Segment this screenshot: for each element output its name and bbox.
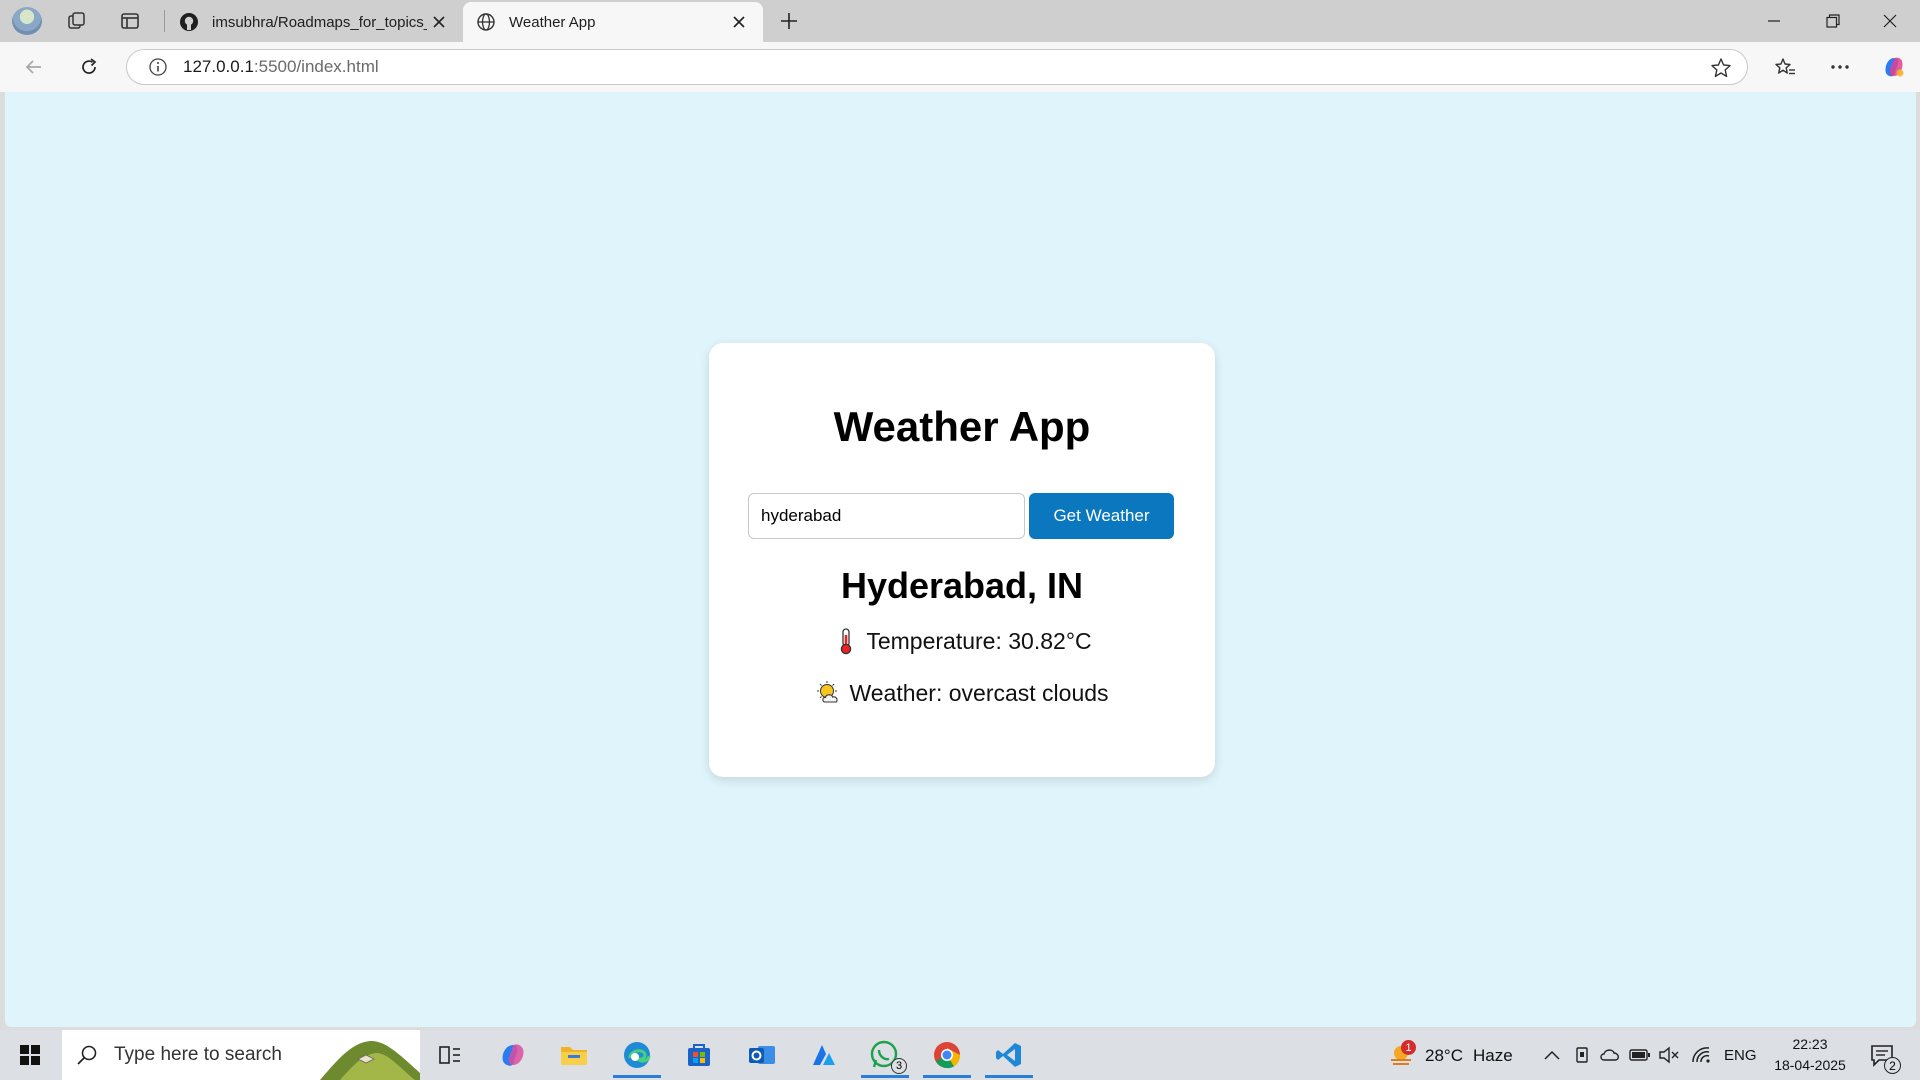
start-windows-icon[interactable] [2,1032,58,1078]
refresh-icon[interactable] [71,50,107,84]
weather-temp[interactable]: 28°C [1425,1046,1463,1066]
city-name: Hyderabad, IN [840,565,1084,606]
clock-time: 22:23 [1792,1036,1828,1052]
chrome-icon[interactable] [919,1032,975,1078]
whatsapp-icon[interactable]: 3 [857,1032,913,1078]
device-icon[interactable] [1570,1044,1594,1066]
thermometer-icon [832,627,860,655]
vscode-icon[interactable] [981,1032,1037,1078]
close-tab-icon[interactable] [727,10,751,34]
task-view-icon[interactable] [422,1032,478,1078]
restore-button[interactable] [1805,0,1861,42]
weather-line: Weather: overcast clouds [709,679,1215,707]
edge-browser-icon[interactable] [609,1032,665,1078]
page-viewport: Weather App Get Weather Hyderabad, IN Te… [5,92,1916,1027]
url-text: 127.0.0.1:5500/index.html [183,57,379,77]
clock-date: 18-04-2025 [1774,1057,1846,1073]
tab-weather-app[interactable]: Weather App [463,2,763,42]
battery-icon[interactable] [1628,1044,1652,1066]
search-icon [74,1042,100,1068]
globe-icon [475,11,497,33]
weather-card: Weather App Get Weather Hyderabad, IN Te… [709,343,1215,777]
tab-separator [164,10,165,32]
whatsapp-unread-badge: 3 [891,1058,907,1074]
tab-title: Weather App [509,13,596,31]
taskbar-search-box[interactable]: Type here to search [62,1030,420,1080]
clock[interactable]: 22:23 18-04-2025 [1770,1034,1850,1076]
favorites-icon[interactable] [1767,50,1803,84]
browser-tab-strip: imsubhra/Roadmaps_for_topics_c Weather A… [0,0,1920,42]
azure-data-studio-icon[interactable] [795,1032,851,1078]
weather-condition[interactable]: Haze [1473,1046,1513,1066]
favorite-star-icon[interactable] [1709,56,1733,80]
url-path: :5500/index.html [253,57,379,76]
cloud-sync-icon[interactable] [1598,1044,1622,1066]
minimize-button[interactable] [1746,0,1802,42]
language-indicator[interactable]: ENG [1724,1047,1757,1064]
chevron-up-icon[interactable] [1540,1044,1564,1066]
notification-count-badge: 2 [1884,1057,1901,1074]
site-info-icon[interactable] [147,56,169,78]
search-row: Get Weather [748,493,1176,539]
url-host: 127.0.0.1 [183,57,254,76]
tab-github[interactable]: imsubhra/Roadmaps_for_topics_c [166,2,463,42]
copilot-icon[interactable] [1876,50,1912,84]
weather-text: Weather: overcast clouds [849,679,1109,706]
address-bar[interactable]: 127.0.0.1:5500/index.html [126,49,1748,85]
sun-behind-cloud-icon [815,679,843,707]
temperature-text: Temperature: 30.82°C [866,627,1092,654]
windows-taskbar: Type here to search 3 1 28°C Haze ENG 22… [0,1030,1920,1080]
close-window-button[interactable] [1862,0,1918,42]
speaker-muted-icon[interactable] [1657,1044,1681,1066]
more-options-icon[interactable] [1822,50,1858,84]
tab-title: imsubhra/Roadmaps_for_topics_c [212,13,427,31]
weather-alert-badge: 1 [1401,1040,1416,1055]
vertical-tabs-icon[interactable] [113,5,147,37]
workspaces-icon[interactable] [60,5,94,37]
wifi-icon[interactable] [1690,1044,1714,1066]
temperature-line: Temperature: 30.82°C [709,627,1215,655]
app-title: Weather App [833,403,1091,450]
file-explorer-icon[interactable] [546,1032,602,1078]
get-weather-button[interactable]: Get Weather [1029,493,1174,539]
close-tab-icon[interactable] [427,10,451,34]
city-input[interactable] [748,493,1025,539]
search-highlight-illustration-icon [320,1040,420,1080]
microsoft-store-icon[interactable] [671,1032,727,1078]
search-placeholder: Type here to search [114,1044,282,1065]
outlook-icon[interactable] [734,1032,790,1078]
back-arrow-icon[interactable] [16,50,52,84]
browser-toolbar: 127.0.0.1:5500/index.html [0,42,1920,92]
profile-avatar[interactable] [12,7,42,35]
github-icon [178,11,200,33]
new-tab-button[interactable] [772,5,806,37]
copilot-app-icon[interactable] [485,1032,541,1078]
